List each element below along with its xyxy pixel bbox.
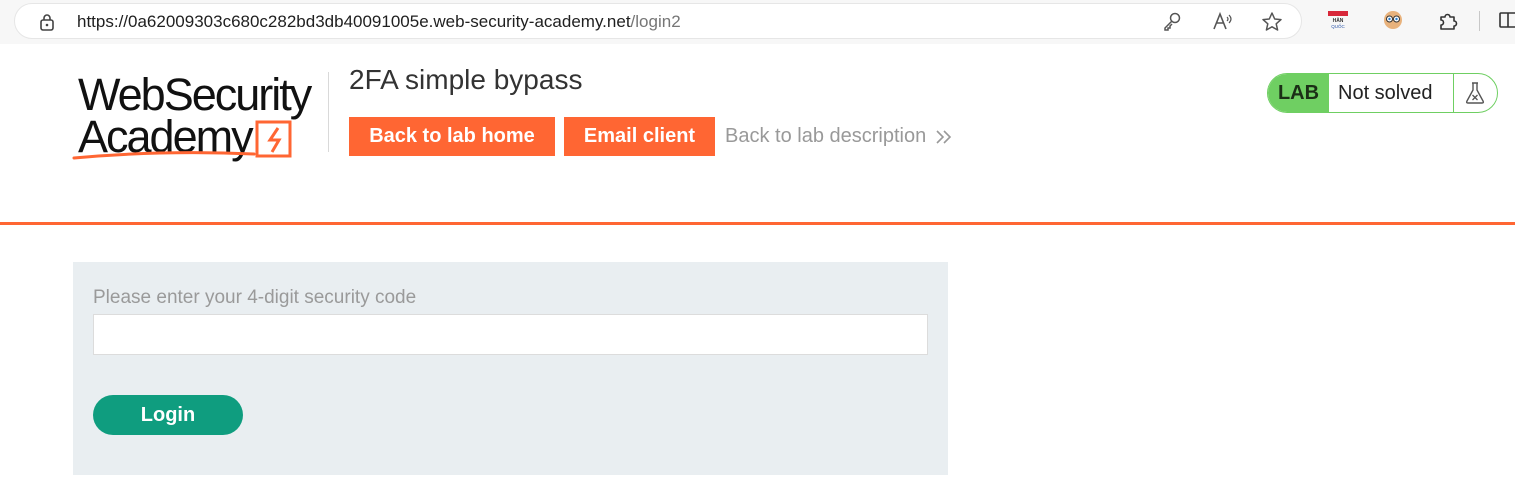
favorite-star-icon[interactable] (1261, 11, 1283, 33)
lab-title: 2FA simple bypass (349, 64, 583, 95)
security-code-label: Please enter your 4-digit security code (93, 287, 417, 308)
lock-icon[interactable] (39, 13, 55, 31)
url-path: /login2 (630, 12, 681, 31)
svg-text:HÀN: HÀN (1333, 17, 1344, 24)
header-orange-rule (0, 222, 1515, 225)
address-bar[interactable]: https://0a62009303c680c282bd3db40091005e… (14, 3, 1302, 39)
lab-tag: LAB (1268, 74, 1329, 112)
svg-text:QUỐC: QUỐC (1331, 23, 1345, 29)
security-code-input[interactable] (93, 314, 928, 355)
lab-badge-divider (1453, 74, 1454, 112)
back-to-lab-description-link[interactable]: Back to lab description (725, 125, 926, 148)
flask-icon (1465, 82, 1485, 104)
email-client-button[interactable]: Email client (564, 117, 715, 156)
lab-status-badge: LAB Not solved (1267, 73, 1498, 113)
key-icon[interactable] (1161, 11, 1183, 33)
login-button[interactable]: Login (93, 395, 243, 435)
puzzle-extensions-icon[interactable] (1437, 9, 1459, 31)
web-security-academy-logo[interactable]: WebSecurity Academy (72, 70, 328, 166)
logo-lightning-icon (72, 120, 292, 160)
toolbar-divider (1479, 11, 1480, 31)
browser-toolbar: https://0a62009303c680c282bd3db40091005e… (0, 0, 1515, 44)
double-chevron-right-icon[interactable] (935, 127, 953, 147)
lab-status-text: Not solved (1338, 82, 1433, 104)
header-divider (328, 72, 329, 152)
split-screen-icon[interactable] (1498, 9, 1515, 31)
read-aloud-icon[interactable] (1211, 11, 1233, 33)
url-host: https://0a62009303c680c282bd3db40091005e… (77, 12, 631, 31)
back-to-lab-home-button[interactable]: Back to lab home (349, 117, 555, 156)
security-code-form: Please enter your 4-digit security code … (73, 262, 948, 475)
hanquoc-extension-icon[interactable]: HÀN QUỐC (1327, 9, 1349, 31)
url-text[interactable]: https://0a62009303c680c282bd3db40091005e… (77, 12, 681, 32)
profile-extension-icon[interactable] (1382, 9, 1404, 31)
